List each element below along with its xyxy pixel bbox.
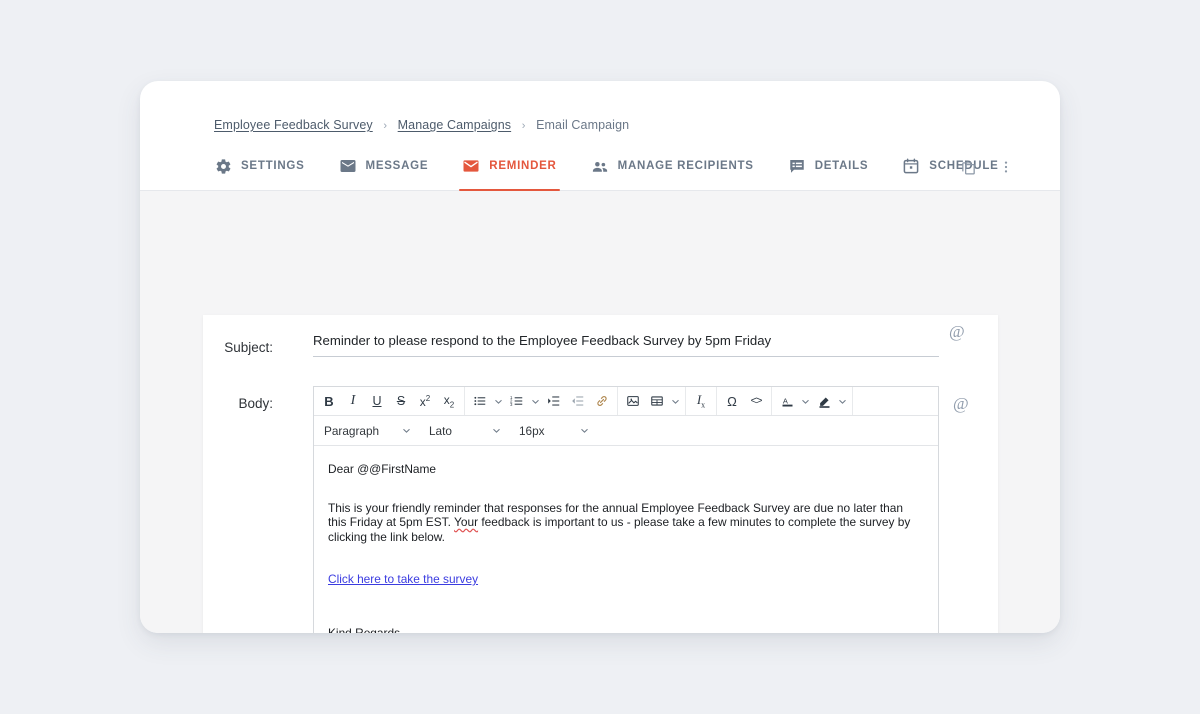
font-size-select[interactable]: 16px (509, 416, 597, 445)
svg-text:3: 3 (510, 402, 513, 407)
toolbar-group-colors: A (772, 387, 853, 415)
body-greeting: Dear @@FirstName (328, 462, 437, 476)
tab-details-label: DETAILS (814, 160, 869, 172)
tab-message-label: MESSAGE (365, 160, 429, 172)
tab-reminder-label: REMINDER (489, 160, 557, 172)
tab-details[interactable]: DETAILS (788, 143, 869, 191)
svg-text:A: A (782, 396, 787, 405)
highlight-color-button[interactable] (812, 390, 836, 413)
font-family-select[interactable]: Lato (419, 416, 509, 445)
breadcrumb-item-email-campaign: Email Campaign (536, 118, 630, 132)
breadcrumb-item-survey[interactable]: Employee Feedback Survey (214, 118, 373, 132)
body-paragraph-misspelled-word: Your (454, 515, 479, 529)
font-color-dropdown[interactable] (799, 390, 812, 413)
table-dropdown[interactable] (669, 390, 682, 413)
underline-button[interactable]: U (365, 390, 389, 413)
tab-list: SETTINGS MESSAGE REMINDER MANAGE RECIPIE… (214, 143, 1033, 191)
font-family-value: Lato (429, 423, 452, 438)
people-icon (591, 157, 609, 175)
chevron-down-icon (493, 428, 500, 433)
breadcrumb-separator-icon: › (521, 120, 526, 132)
tab-reminder[interactable]: REMINDER (459, 143, 560, 191)
calendar-icon (902, 157, 920, 175)
subject-value: Reminder to please respond to the Employ… (313, 333, 772, 348)
editor-toolbar-row-2: Paragraph Lato 16px (314, 416, 938, 446)
chevron-down-icon (581, 428, 588, 433)
tab-message[interactable]: MESSAGE (339, 143, 429, 191)
numbered-list-dropdown[interactable] (529, 390, 542, 413)
paragraph-style-value: Paragraph (324, 423, 380, 438)
numbered-list-button[interactable]: 1 2 3 (505, 390, 529, 413)
font-color-button[interactable]: A (775, 390, 799, 413)
toolbar-group-clear-formatting: Ix (686, 387, 717, 415)
tab-bar: SETTINGS MESSAGE REMINDER MANAGE RECIPIE… (140, 143, 1060, 191)
toolbar-group-text-format: B I U S x2 x2 (314, 387, 465, 415)
tab-manage-recipients[interactable]: MANAGE RECIPIENTS (591, 143, 754, 191)
highlight-color-dropdown[interactable] (836, 390, 849, 413)
body-label: Body: (238, 396, 273, 411)
subject-label: Subject: (224, 340, 273, 355)
details-list-icon (788, 157, 806, 175)
italic-button[interactable]: I (341, 390, 365, 413)
toolbar-row2-empty-space (597, 416, 938, 445)
survey-link[interactable]: Click here to take the survey (328, 572, 478, 586)
breadcrumb-separator-icon: › (383, 120, 388, 132)
breadcrumb-item-manage-campaigns[interactable]: Manage Campaigns (398, 118, 511, 132)
bullet-list-button[interactable] (468, 390, 492, 413)
subject-input[interactable]: Reminder to please respond to the Employ… (313, 333, 939, 357)
paragraph-style-select[interactable]: Paragraph (314, 416, 419, 445)
more-vertical-icon[interactable] (996, 157, 1016, 177)
body-paragraph: This is your friendly reminder that resp… (314, 501, 938, 545)
work-surface: Subject: Reminder to please respond to t… (140, 191, 1060, 633)
insert-image-button[interactable] (621, 390, 645, 413)
editor-content-area[interactable]: Dear @@FirstName This is your friendly r… (314, 446, 938, 633)
source-code-button[interactable]: <> (744, 390, 768, 413)
envelope-filled-icon (462, 157, 480, 175)
editor-toolbar-row-1: B I U S x2 x2 1 2 3 Ix Ω <> A (314, 387, 938, 416)
insert-table-button[interactable] (645, 390, 669, 413)
tab-settings[interactable]: SETTINGS (214, 143, 305, 191)
body-link-line: Click here to take the survey (314, 572, 938, 587)
app-card: Employee Feedback Survey › Manage Campai… (140, 81, 1060, 633)
toolbar-group-special: Ω <> (717, 387, 772, 415)
gear-icon (214, 157, 232, 175)
tab-manage-recipients-label: MANAGE RECIPIENTS (617, 160, 754, 172)
tab-bar-actions (958, 143, 1016, 191)
duplicate-icon[interactable] (958, 157, 978, 177)
subscript-button[interactable]: x2 (437, 390, 461, 413)
body-signoff-line1: Kind Regards, (328, 625, 404, 634)
special-character-button[interactable]: Ω (720, 390, 744, 413)
clear-formatting-button[interactable]: Ix (689, 390, 713, 413)
subject-merge-tag-icon[interactable]: @ (949, 322, 965, 342)
envelope-icon (339, 157, 357, 175)
outdent-button[interactable] (566, 390, 590, 413)
bullet-list-dropdown[interactable] (492, 390, 505, 413)
superscript-button[interactable]: x2 (413, 390, 437, 413)
chevron-down-icon (403, 428, 410, 433)
tab-settings-label: SETTINGS (241, 160, 305, 172)
font-size-value: 16px (519, 423, 545, 438)
breadcrumb: Employee Feedback Survey › Manage Campai… (214, 118, 629, 132)
bold-button[interactable]: B (317, 390, 341, 413)
toolbar-group-lists: 1 2 3 (465, 387, 618, 415)
toolbar-group-insert (618, 387, 686, 415)
body-merge-tag-icon[interactable]: @ (953, 394, 969, 414)
link-button[interactable] (590, 390, 614, 413)
rich-text-editor: B I U S x2 x2 1 2 3 Ix Ω <> A Paragraph … (313, 386, 939, 633)
toolbar-empty-space (853, 387, 938, 415)
indent-button[interactable] (542, 390, 566, 413)
content-panel: Subject: Reminder to please respond to t… (203, 315, 998, 633)
strikethrough-button[interactable]: S (389, 390, 413, 413)
